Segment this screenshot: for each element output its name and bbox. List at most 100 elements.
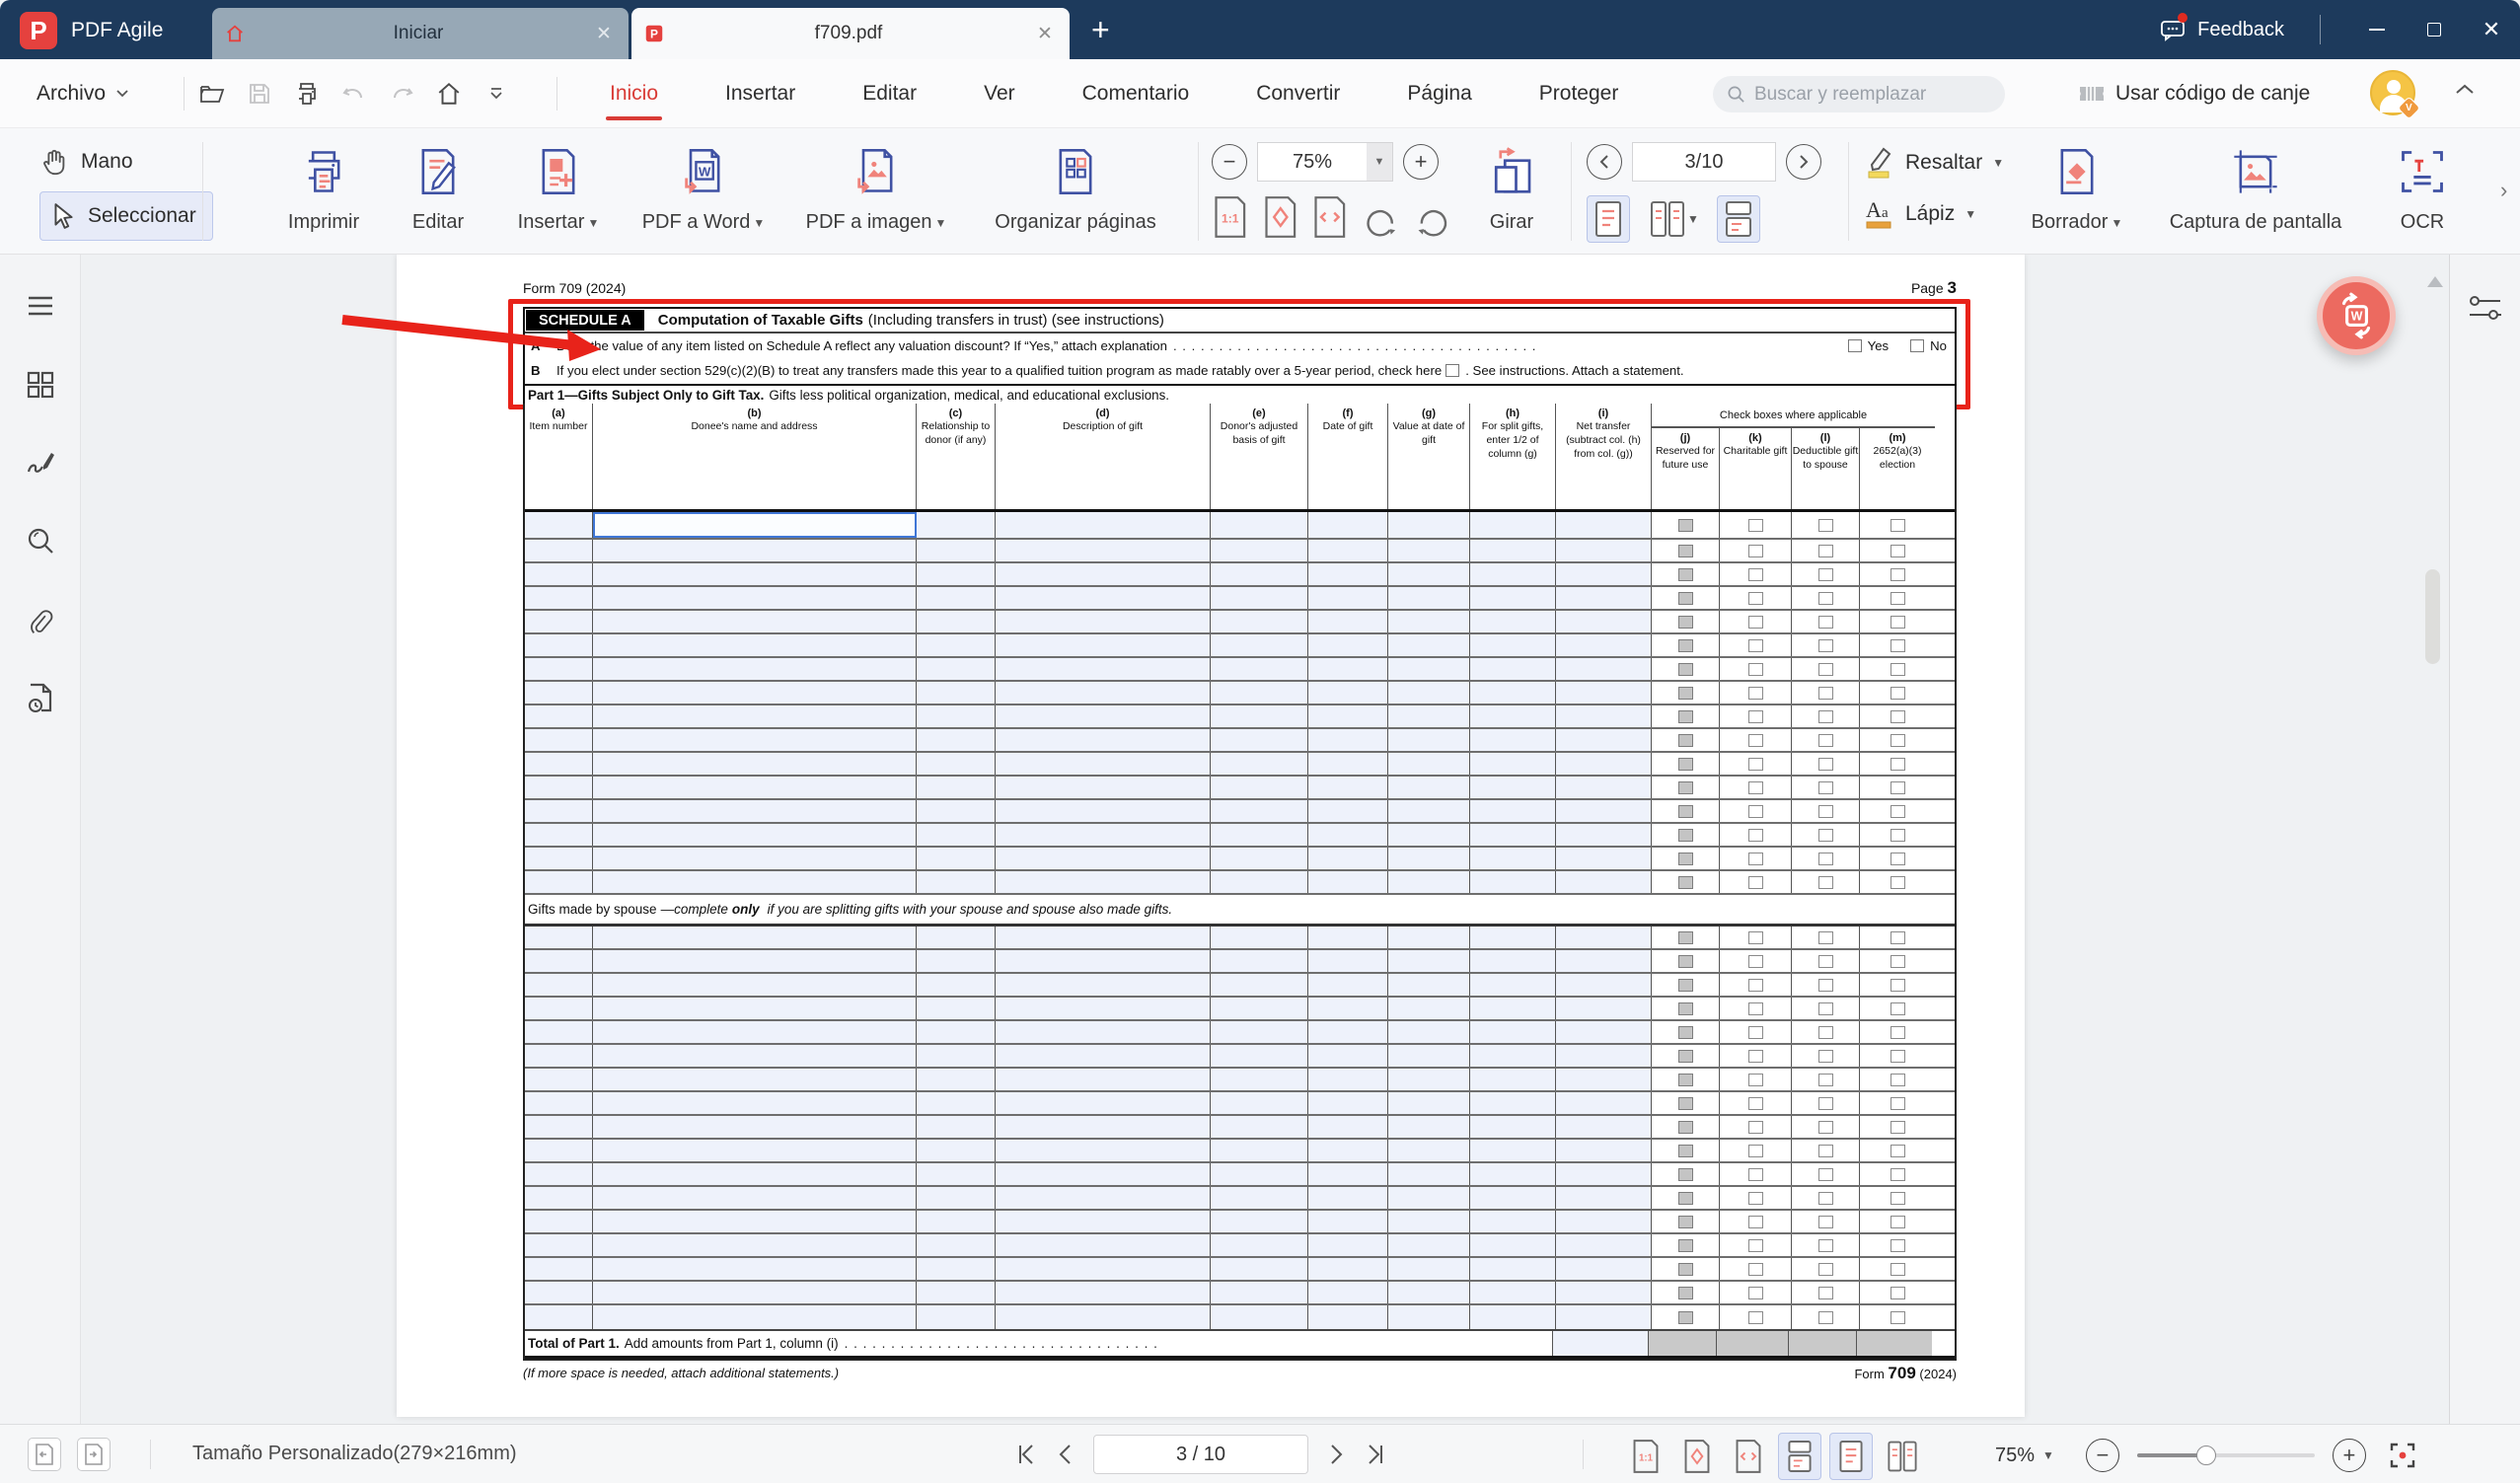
check-cell[interactable] [1792, 611, 1860, 632]
gift-entry-field[interactable] [525, 563, 593, 585]
check-cell[interactable] [1860, 540, 1935, 561]
gift-entry-field[interactable] [1211, 800, 1308, 822]
gift-entry-field[interactable] [1308, 950, 1388, 972]
gift-entry-field[interactable] [525, 587, 593, 609]
line-b-checkbox[interactable] [1445, 364, 1459, 377]
tab-insertar[interactable]: Insertar [692, 59, 829, 128]
gift-entry-field[interactable] [1308, 1211, 1388, 1232]
checkbox[interactable] [1748, 639, 1763, 652]
gift-entry-field[interactable] [1470, 1305, 1556, 1329]
gift-entry-field[interactable] [1556, 1116, 1652, 1138]
single-page-view-button[interactable] [1587, 195, 1630, 243]
gift-entry-field[interactable] [1308, 1021, 1388, 1043]
checkbox[interactable] [1748, 1216, 1763, 1228]
gift-entry-field[interactable] [593, 1069, 917, 1090]
gift-entry-field[interactable] [917, 1021, 996, 1043]
checkbox[interactable] [1748, 1074, 1763, 1086]
gift-entry-field[interactable] [1556, 658, 1652, 680]
undo-button[interactable] [339, 79, 369, 109]
check-cell[interactable] [1652, 1045, 1720, 1067]
gift-entry-field[interactable] [1308, 563, 1388, 585]
gift-entry-field[interactable] [1211, 1211, 1308, 1232]
last-page-button[interactable] [1366, 1444, 1385, 1465]
reserved-checkbox[interactable] [1678, 1168, 1693, 1181]
gift-entry-field[interactable] [1211, 705, 1308, 727]
next-view-button[interactable] [77, 1438, 111, 1471]
reserved-checkbox[interactable] [1678, 853, 1693, 865]
gift-entry-field[interactable] [1556, 587, 1652, 609]
gift-entry-field[interactable] [1388, 658, 1470, 680]
gift-entry-field[interactable] [1556, 634, 1652, 656]
total-amount-field[interactable] [1553, 1331, 1649, 1356]
checkbox[interactable] [1748, 519, 1763, 532]
checkbox[interactable] [1748, 1002, 1763, 1015]
gift-entry-field[interactable] [996, 824, 1211, 846]
gift-entry-field[interactable] [1556, 1140, 1652, 1161]
reserved-checkbox[interactable] [1678, 1074, 1693, 1086]
checkbox[interactable] [1818, 1002, 1833, 1015]
checkbox[interactable] [1890, 710, 1905, 723]
gift-entry-field[interactable] [1211, 682, 1308, 704]
reserved-checkbox[interactable] [1678, 1026, 1693, 1039]
reserved-checkbox[interactable] [1678, 687, 1693, 700]
gift-entry-field[interactable] [1308, 540, 1388, 561]
checkbox[interactable] [1890, 1121, 1905, 1134]
reserved-checkbox[interactable] [1678, 955, 1693, 968]
gift-entry-field[interactable] [525, 950, 593, 972]
gift-entry-field[interactable] [1388, 587, 1470, 609]
checkbox[interactable] [1748, 1168, 1763, 1181]
check-cell[interactable] [1792, 927, 1860, 948]
check-cell[interactable] [1720, 1163, 1792, 1185]
gift-entry-field[interactable] [1211, 974, 1308, 996]
rotate-left-icon[interactable] [1362, 195, 1401, 239]
checkbox[interactable] [1818, 931, 1833, 944]
avatar[interactable]: V [2370, 70, 2415, 115]
check-cell[interactable] [1652, 871, 1720, 893]
check-cell[interactable] [1652, 611, 1720, 632]
zoom-in-button[interactable]: + [2333, 1439, 2366, 1472]
gift-entry-field[interactable] [996, 1305, 1211, 1329]
gift-entry-field[interactable] [1388, 974, 1470, 996]
gift-entry-field[interactable] [525, 1140, 593, 1161]
checkbox[interactable] [1748, 616, 1763, 629]
gift-entry-field[interactable] [525, 634, 593, 656]
screenshot-button[interactable]: Captura de pantalla [2151, 136, 2360, 234]
gift-entry-field[interactable] [1388, 634, 1470, 656]
gift-entry-field[interactable] [917, 927, 996, 948]
gift-entry-field[interactable] [1211, 848, 1308, 869]
gift-entry-field[interactable] [525, 1092, 593, 1114]
scroll-view-button[interactable] [1717, 195, 1760, 243]
gift-entry-field[interactable] [1308, 848, 1388, 869]
minimize-button[interactable] [2348, 0, 2406, 59]
check-cell[interactable] [1652, 1021, 1720, 1043]
two-page-view-button[interactable] [1881, 1433, 1924, 1480]
gift-entry-field[interactable] [525, 800, 593, 822]
checkbox[interactable] [1748, 1121, 1763, 1134]
reserved-checkbox[interactable] [1678, 805, 1693, 818]
gift-entry-field[interactable] [1388, 871, 1470, 893]
check-cell[interactable] [1720, 998, 1792, 1019]
check-cell[interactable] [1860, 1116, 1935, 1138]
check-cell[interactable] [1792, 1234, 1860, 1256]
gift-entry-field[interactable] [917, 998, 996, 1019]
scroll-view-button[interactable] [1778, 1433, 1821, 1480]
check-cell[interactable] [1860, 658, 1935, 680]
reserved-checkbox[interactable] [1678, 710, 1693, 723]
gift-entry-field[interactable] [593, 1305, 917, 1329]
gift-entry-field[interactable] [996, 974, 1211, 996]
gift-entry-field[interactable] [525, 998, 593, 1019]
gift-entry-field[interactable] [996, 1282, 1211, 1303]
gift-entry-field[interactable] [917, 1163, 996, 1185]
gift-entry-field[interactable] [917, 729, 996, 751]
check-cell[interactable] [1860, 1258, 1935, 1280]
check-cell[interactable] [1860, 611, 1935, 632]
check-cell[interactable] [1720, 1116, 1792, 1138]
gift-entry-field[interactable] [1470, 705, 1556, 727]
toolbar-overflow-button[interactable]: › [2500, 178, 2507, 203]
checkbox[interactable] [1890, 1192, 1905, 1205]
gift-entry-field[interactable] [1470, 1211, 1556, 1232]
check-cell[interactable] [1860, 1045, 1935, 1067]
gift-entry-field[interactable] [1308, 705, 1388, 727]
gift-entry-field[interactable] [1556, 1211, 1652, 1232]
check-cell[interactable] [1792, 824, 1860, 846]
